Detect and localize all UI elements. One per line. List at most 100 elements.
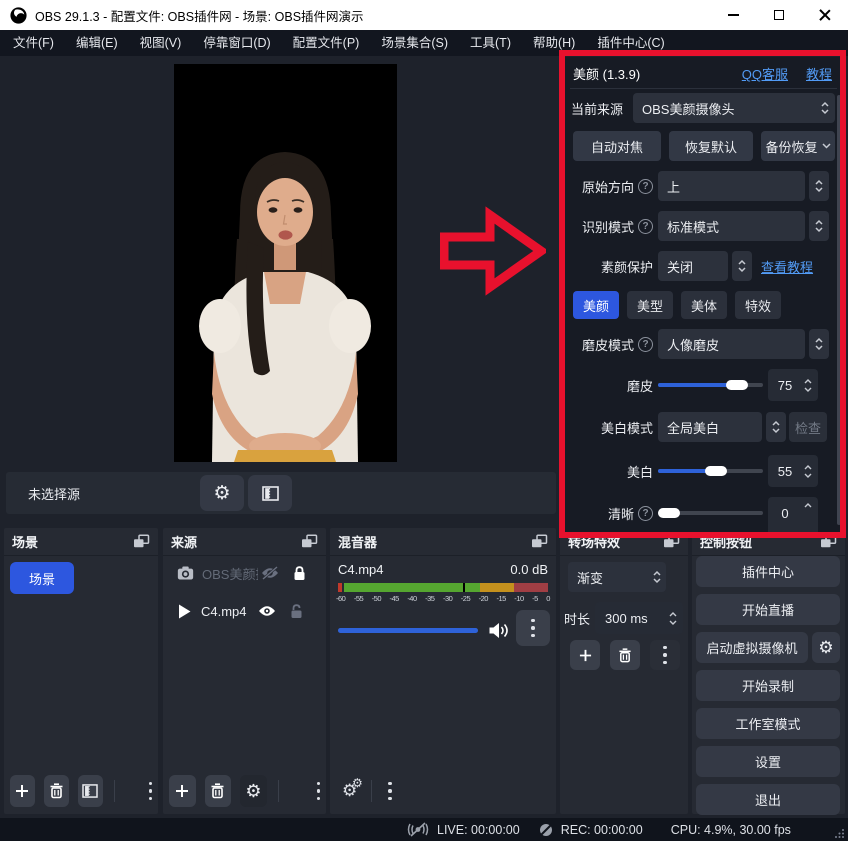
advanced-audio-icon[interactable]: ⚙⚙ <box>342 781 357 801</box>
scene-list-item-selected[interactable]: 场景 <box>10 562 74 594</box>
popout-icon[interactable] <box>531 534 548 549</box>
eye-slash-icon[interactable] <box>260 566 280 580</box>
duration-spinbox[interactable]: 300 ms <box>595 602 683 634</box>
speaker-icon[interactable] <box>488 622 509 639</box>
close-icon <box>819 9 831 21</box>
current-source-select[interactable]: OBS美颜摄像头 <box>633 93 835 123</box>
scene-filters-button[interactable] <box>78 775 103 807</box>
meter-green-segment <box>344 583 480 592</box>
whiten-slider-handle[interactable] <box>705 466 727 476</box>
transition-menu-button[interactable] <box>650 640 680 670</box>
clarity-spinbox[interactable]: 0 <box>768 497 818 532</box>
source-properties-button[interactable]: ⚙ <box>240 775 267 807</box>
mixer-menu-button[interactable] <box>388 780 392 803</box>
scenes-dock: 场景 场景 <box>4 528 158 814</box>
maximize-button[interactable] <box>756 0 802 30</box>
help-icon[interactable]: ? <box>638 506 653 521</box>
preview-video[interactable] <box>174 64 397 462</box>
kebab-icon <box>663 644 667 667</box>
spinner-icon <box>821 101 829 115</box>
mixer-track-menu-button[interactable] <box>516 610 550 646</box>
controls-dock: 控制按钮 插件中心 开始直播 启动虚拟摄像机 ⚙ 开始录制 工作室模式 设置 退… <box>692 528 845 814</box>
tab-beauty[interactable]: 美颜 <box>573 291 619 319</box>
spinner-icon[interactable] <box>669 602 677 634</box>
eye-icon[interactable] <box>257 604 277 618</box>
start-streaming-button[interactable]: 开始直播 <box>696 594 840 625</box>
transition-select[interactable]: 渐变 <box>568 562 666 592</box>
source-properties-button[interactable]: ⚙ <box>200 475 244 511</box>
spinner-icon[interactable] <box>804 497 812 532</box>
view-tutorial-link[interactable]: 查看教程 <box>761 257 813 276</box>
start-virtual-camera-button[interactable]: 启动虚拟摄像机 <box>696 632 808 663</box>
spinner-icon[interactable] <box>809 171 829 201</box>
studio-mode-button[interactable]: 工作室模式 <box>696 708 840 739</box>
exit-button[interactable]: 退出 <box>696 784 840 815</box>
help-icon[interactable]: ? <box>638 337 653 352</box>
source-filters-button[interactable] <box>248 475 292 511</box>
popout-icon[interactable] <box>301 534 318 549</box>
tab-reshape[interactable]: 美型 <box>627 291 673 319</box>
orientation-select[interactable]: 上 <box>658 171 805 201</box>
menu-docks[interactable]: 停靠窗口(D) <box>192 30 281 56</box>
spinner-icon[interactable] <box>809 329 829 359</box>
help-icon[interactable]: ? <box>638 179 653 194</box>
close-button[interactable] <box>802 0 848 30</box>
menu-edit[interactable]: 编辑(E) <box>65 30 129 56</box>
whiten-slider[interactable] <box>658 456 763 486</box>
menu-view[interactable]: 视图(V) <box>129 30 193 56</box>
add-source-button[interactable] <box>169 775 196 807</box>
add-transition-button[interactable] <box>570 640 600 670</box>
source-row-camera[interactable]: OBS美颜摄像头 <box>163 558 326 588</box>
backup-restore-button[interactable]: 备份恢复 <box>761 131 835 161</box>
smooth-mode-select[interactable]: 人像磨皮 <box>658 329 805 359</box>
popout-icon[interactable] <box>820 534 837 549</box>
spinner-icon[interactable] <box>732 251 752 281</box>
makeup-protect-select[interactable]: 关闭 <box>658 251 728 281</box>
popout-icon[interactable] <box>663 534 680 549</box>
smooth-spinbox[interactable]: 75 <box>768 369 818 401</box>
qq-support-link[interactable]: QQ客服 <box>742 64 788 83</box>
spinner-icon[interactable] <box>766 412 786 442</box>
autofocus-button[interactable]: 自动对焦 <box>573 131 661 161</box>
recognition-select[interactable]: 标准模式 <box>658 211 805 241</box>
tab-body[interactable]: 美体 <box>681 291 727 319</box>
whiten-mode-select[interactable]: 全局美白 <box>658 412 762 442</box>
virtual-camera-settings-button[interactable]: ⚙ <box>812 632 840 663</box>
spinner-icon[interactable] <box>804 455 812 487</box>
smooth-slider[interactable] <box>658 370 763 400</box>
start-recording-button[interactable]: 开始录制 <box>696 670 840 701</box>
menu-plugin-center[interactable]: 插件中心(C) <box>586 30 675 56</box>
spinner-icon[interactable] <box>809 211 829 241</box>
plugin-center-button[interactable]: 插件中心 <box>696 556 840 587</box>
menu-file[interactable]: 文件(F) <box>2 30 65 56</box>
menu-scene-collection[interactable]: 场景集合(S) <box>370 30 459 56</box>
popout-icon[interactable] <box>133 534 150 549</box>
whiten-spinbox[interactable]: 55 <box>768 455 818 487</box>
smooth-slider-handle[interactable] <box>726 380 748 390</box>
tutorial-link[interactable]: 教程 <box>806 64 832 83</box>
source-row-media[interactable]: C4.mp4 <box>163 596 326 626</box>
menu-help[interactable]: 帮助(H) <box>522 30 586 56</box>
duration-value: 300 ms <box>605 611 648 626</box>
resize-grip[interactable] <box>835 828 845 838</box>
help-icon[interactable]: ? <box>638 219 653 234</box>
minimize-button[interactable] <box>710 0 756 30</box>
sources-menu-button[interactable] <box>317 780 321 803</box>
restore-default-button[interactable]: 恢复默认 <box>669 131 753 161</box>
remove-scene-button[interactable] <box>44 775 69 807</box>
clarity-slider-handle[interactable] <box>658 508 680 518</box>
add-scene-button[interactable] <box>10 775 35 807</box>
scenes-dock-header: 场景 <box>4 528 158 556</box>
tab-effects[interactable]: 特效 <box>735 291 781 319</box>
lock-closed-icon[interactable] <box>293 566 306 581</box>
remove-source-button[interactable] <box>205 775 232 807</box>
settings-button[interactable]: 设置 <box>696 746 840 777</box>
check-button[interactable]: 检查 <box>789 412 827 442</box>
spinner-icon[interactable] <box>804 369 812 401</box>
lock-open-icon[interactable] <box>290 604 303 619</box>
menu-tools[interactable]: 工具(T) <box>459 30 522 56</box>
menu-profile[interactable]: 配置文件(P) <box>282 30 371 56</box>
remove-transition-button[interactable] <box>610 640 640 670</box>
scenes-menu-button[interactable] <box>149 780 153 803</box>
clarity-slider[interactable] <box>658 498 763 528</box>
